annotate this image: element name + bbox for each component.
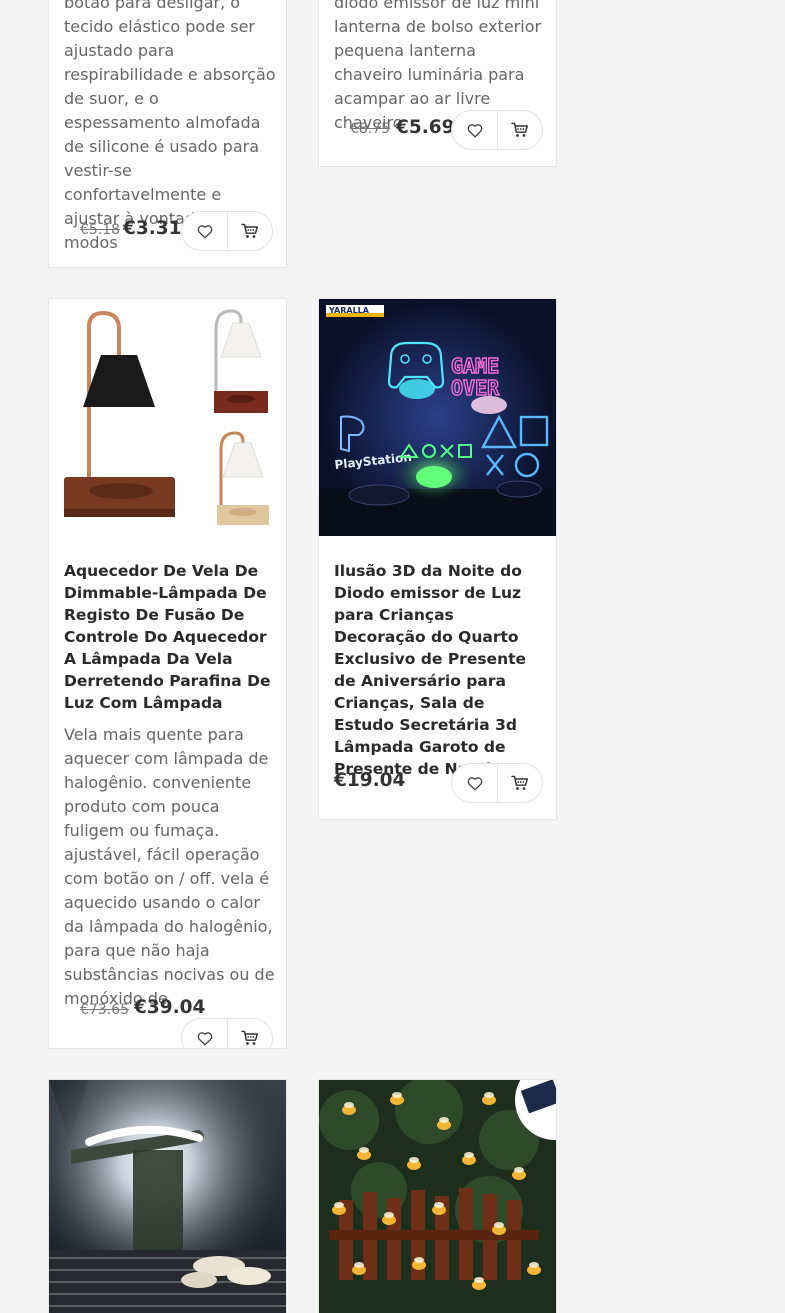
game-text: GAME bbox=[451, 354, 499, 378]
product-card[interactable] bbox=[318, 1079, 557, 1313]
heart-icon bbox=[197, 224, 212, 238]
product-image[interactable]: YARALLA GAME OVER PlayStation bbox=[319, 299, 556, 536]
heart-icon bbox=[467, 123, 482, 137]
add-to-cart-button[interactable] bbox=[497, 111, 542, 149]
card-actions bbox=[451, 110, 543, 150]
add-to-cart-button[interactable] bbox=[227, 212, 272, 250]
card-actions bbox=[451, 763, 543, 803]
product-card[interactable]: diodo emissor de luz mini lanterna de bo… bbox=[318, 0, 557, 167]
camping-lamp-image bbox=[49, 1080, 286, 1313]
heart-icon bbox=[467, 776, 482, 790]
wishlist-button[interactable] bbox=[452, 764, 497, 802]
product-image[interactable] bbox=[319, 1080, 556, 1313]
price-row: €5.18 €3.31 bbox=[64, 211, 273, 251]
product-card[interactable]: botão para desligar, o tecido elástico p… bbox=[48, 0, 287, 268]
current-price: €5.69 bbox=[396, 117, 455, 138]
cart-icon bbox=[241, 223, 258, 238]
card-actions bbox=[181, 1018, 273, 1048]
product-card[interactable]: Aquecedor De Vela De Dimmable-Lâmpada De… bbox=[48, 298, 287, 1049]
current-price: €39.04 bbox=[134, 997, 206, 1018]
current-price: €19.04 bbox=[334, 770, 406, 791]
old-price: €8.75 bbox=[350, 121, 391, 137]
cart-icon bbox=[511, 775, 528, 790]
cart-icon bbox=[241, 1030, 258, 1045]
product-image[interactable] bbox=[49, 1080, 286, 1313]
cart-icon bbox=[511, 122, 528, 137]
price-row: €19.04 bbox=[334, 763, 543, 803]
heart-icon bbox=[197, 1031, 212, 1045]
old-price: €73.65 bbox=[80, 1002, 129, 1018]
product-card[interactable]: YARALLA GAME OVER PlayStation Ilusão 3D … bbox=[318, 298, 557, 820]
wishlist-button[interactable] bbox=[182, 1019, 227, 1048]
old-price: €5.18 bbox=[80, 222, 121, 238]
product-title[interactable]: Ilusão 3D da Noite do Diodo emissor de L… bbox=[334, 560, 549, 780]
brand-label: YARALLA bbox=[328, 306, 370, 315]
card-actions bbox=[181, 211, 273, 251]
price-row: €8.75 €5.69 bbox=[334, 110, 543, 150]
product-card[interactable] bbox=[48, 1079, 287, 1313]
3d-illusion-lamp-image: YARALLA GAME OVER PlayStation bbox=[319, 299, 556, 536]
add-to-cart-button[interactable] bbox=[227, 1019, 272, 1048]
product-description: Vela mais quente para aquecer com lâmpad… bbox=[64, 725, 275, 1008]
wishlist-button[interactable] bbox=[452, 111, 497, 149]
current-price: €3.31 bbox=[123, 218, 182, 239]
add-to-cart-button[interactable] bbox=[497, 764, 542, 802]
wishlist-button[interactable] bbox=[182, 212, 227, 250]
solar-bee-lights-image bbox=[319, 1080, 556, 1313]
price-row: €73.65 €39.04 bbox=[64, 997, 273, 1048]
product-image[interactable] bbox=[49, 299, 286, 536]
candle-warmer-lamp-image bbox=[64, 309, 269, 525]
product-title[interactable]: Aquecedor De Vela De Dimmable-Lâmpada De… bbox=[64, 560, 276, 714]
